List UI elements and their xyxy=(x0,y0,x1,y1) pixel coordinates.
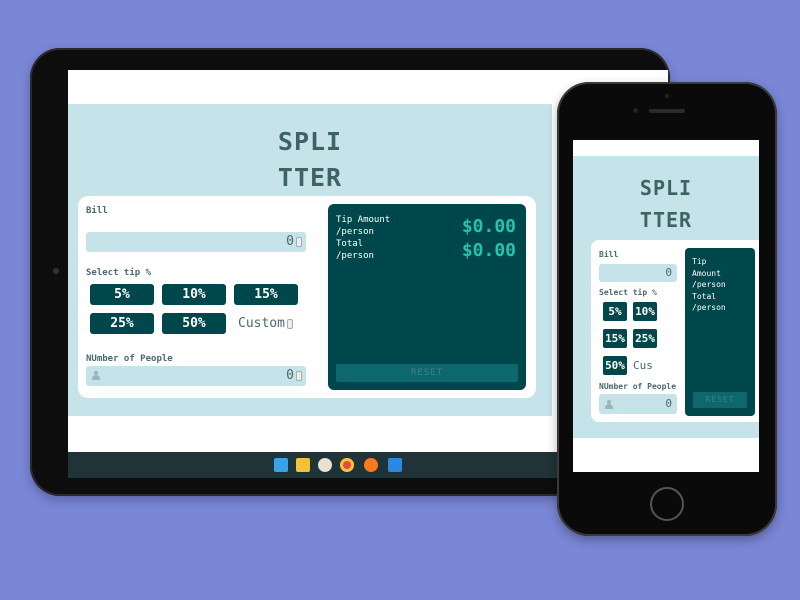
tip-amount-label-line1: Tip Amount xyxy=(336,215,391,225)
splitter-app: SPLI TTER Bill 0 Select tip % 5% 10% 15%… xyxy=(68,104,552,416)
phone-sensor xyxy=(665,94,669,98)
phone-device: SPLI TTER Bill 0 Select tip % 5% 10% 15%… xyxy=(557,82,777,536)
tip-button-5[interactable]: 5% xyxy=(603,302,627,321)
calculator-card: Bill 0 Select tip % 5% 10% 15% 25% 50% C… xyxy=(78,196,536,398)
phone-camera xyxy=(633,108,638,113)
spinner-icon[interactable] xyxy=(296,236,302,247)
splitter-app-mobile: SPLI TTER Bill 0 Select tip % 5% 10% 15%… xyxy=(573,156,759,438)
tip-amount-label-line2: /person xyxy=(336,227,374,237)
result-panel: Tip Amount /person $0.00 Total /person $… xyxy=(328,204,526,390)
phone-screen: SPLI TTER Bill 0 Select tip % 5% 10% 15%… xyxy=(573,140,759,472)
reset-button[interactable]: RESET xyxy=(693,392,747,408)
tablet-camera xyxy=(53,268,59,274)
bill-label: Bill xyxy=(86,206,108,216)
tip-label-line2: Amount xyxy=(692,268,721,278)
app-title-line2: TTER xyxy=(639,208,693,232)
select-tip-label: Select tip % xyxy=(599,288,657,297)
person-icon xyxy=(92,371,100,380)
people-input[interactable]: 0 xyxy=(86,366,306,386)
spinner-icon[interactable] xyxy=(296,370,302,381)
app-title-line1: SPLI xyxy=(277,127,343,156)
people-label: NUmber of People xyxy=(86,354,173,364)
custom-tip-input[interactable]: Cus xyxy=(633,356,653,375)
spinner-icon[interactable] xyxy=(286,318,293,329)
app-title-line2: TTER xyxy=(277,163,343,192)
tip-button-15[interactable]: 15% xyxy=(603,329,627,348)
bill-value: 0 xyxy=(286,234,294,249)
people-label: NUmber of People xyxy=(599,382,677,391)
bill-input[interactable]: 0 xyxy=(86,232,306,252)
result-panel: Tip Amount /person Total /person RESET xyxy=(685,248,755,416)
person-icon xyxy=(605,400,613,409)
chrome-icon[interactable] xyxy=(340,458,354,472)
vscode-icon[interactable] xyxy=(388,458,402,472)
people-input[interactable]: 0 xyxy=(599,394,677,414)
tip-button-25[interactable]: 25% xyxy=(90,313,154,334)
app-icon[interactable] xyxy=(318,458,332,472)
total-label: Total /person xyxy=(336,238,374,262)
people-value: 0 xyxy=(665,397,672,410)
home-button[interactable] xyxy=(650,487,684,521)
custom-tip-placeholder: Custom xyxy=(238,316,285,331)
app-title-line1: SPLI xyxy=(639,176,693,200)
windows-start-icon[interactable] xyxy=(274,458,288,472)
firefox-icon[interactable] xyxy=(364,458,378,472)
tip-button-50[interactable]: 50% xyxy=(603,356,627,375)
total-label-line1: Total xyxy=(692,291,717,301)
tip-button-15[interactable]: 15% xyxy=(234,284,298,305)
tip-amount-value: $0.00 xyxy=(461,216,516,237)
tip-button-10[interactable]: 10% xyxy=(162,284,226,305)
tip-label-line1: Tip xyxy=(692,257,707,266)
tip-button-50[interactable]: 50% xyxy=(162,313,226,334)
total-label-line2: /person xyxy=(692,303,726,312)
tip-button-10[interactable]: 10% xyxy=(633,302,657,321)
custom-tip-input[interactable]: Custom xyxy=(238,313,293,334)
tip-label-line3: /person xyxy=(692,280,726,289)
bill-input[interactable]: 0 xyxy=(599,264,677,282)
total-label-line2: /person xyxy=(336,251,374,261)
tip-amount-label: Tip Amount /person Total /person xyxy=(692,256,726,314)
tip-amount-label: Tip Amount /person xyxy=(336,214,390,238)
total-value: $0.00 xyxy=(461,240,516,261)
bill-label: Bill xyxy=(599,250,619,259)
file-explorer-icon[interactable] xyxy=(296,458,310,472)
people-value: 0 xyxy=(286,368,294,383)
total-label-line1: Total xyxy=(336,239,364,249)
tip-button-5[interactable]: 5% xyxy=(90,284,154,305)
select-tip-label: Select tip % xyxy=(86,268,152,278)
phone-speaker xyxy=(649,109,685,113)
tip-button-25[interactable]: 25% xyxy=(633,329,657,348)
calculator-card: Bill 0 Select tip % 5% 10% 15% 25% 50% C… xyxy=(591,240,759,422)
reset-button[interactable]: RESET xyxy=(336,364,518,382)
